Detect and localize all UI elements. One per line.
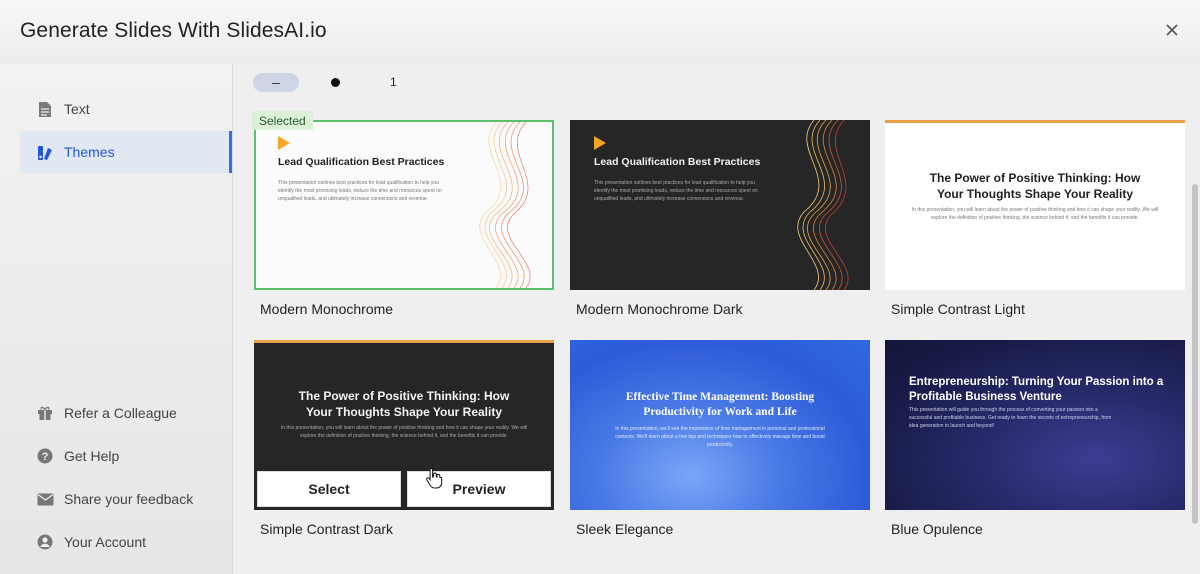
slide-title: Lead Qualification Best Practices: [594, 156, 761, 168]
account-icon: [36, 533, 54, 551]
theme-card-sleek-elegance[interactable]: Effective Time Management: Boosting Prod…: [570, 340, 870, 537]
play-logo-icon: [594, 136, 606, 150]
slide-title: The Power of Positive Thinking: How Your…: [929, 171, 1141, 201]
theme-name: Modern Monochrome Dark: [576, 301, 743, 317]
get-help-label: Get Help: [64, 448, 120, 464]
dialog-title: Generate Slides With SlidesAI.io: [20, 19, 327, 42]
theme-name: Modern Monochrome: [260, 301, 394, 317]
pagination-dot[interactable]: [331, 77, 340, 87]
sidebar-item-label: Text: [64, 101, 90, 117]
theme-name: Simple Contrast Dark: [260, 521, 394, 537]
slide-body: In this presentation, you will learn abo…: [280, 425, 528, 439]
svg-text:?: ?: [42, 451, 49, 463]
theme-card-simple-contrast-dark[interactable]: The Power of Positive Thinking: How Your…: [254, 340, 554, 537]
close-icon[interactable]: [1162, 20, 1182, 40]
get-help-link[interactable]: ? Get Help: [20, 441, 232, 471]
hand-cursor-icon: [426, 467, 443, 489]
gift-icon: [36, 404, 54, 422]
theme-name: Simple Contrast Light: [891, 301, 1025, 317]
slide-title: Effective Time Management: Boosting Prod…: [625, 391, 815, 418]
theme-card-modern-monochrome[interactable]: Lead Qualification Best Practices This p…: [254, 120, 554, 317]
sidebar-item-label: Themes: [64, 144, 115, 160]
theme-hover-actions: Select Preview: [257, 471, 551, 507]
mail-icon: [36, 490, 54, 508]
document-icon: [36, 100, 54, 118]
theme-card-blue-opulence[interactable]: Entrepreneurship: Turning Your Passion i…: [885, 340, 1185, 537]
slide-body: In this presentation, you will learn abo…: [911, 207, 1159, 221]
theme-thumbnail[interactable]: Entrepreneurship: Turning Your Passion i…: [885, 340, 1185, 510]
slide-title: Lead Qualification Best Practices: [278, 156, 445, 168]
refer-colleague-label: Refer a Colleague: [64, 405, 177, 421]
slide-title: The Power of Positive Thinking: How Your…: [298, 389, 510, 419]
scrollbar[interactable]: [1192, 184, 1198, 524]
pagination-page-number: 1: [390, 75, 397, 89]
play-logo-icon: [278, 136, 290, 150]
theme-thumbnail[interactable]: The Power of Positive Thinking: How Your…: [254, 340, 554, 510]
sidebar-item-text[interactable]: Text: [20, 88, 232, 130]
slide-body: In this presentation, we'll see the impo…: [615, 426, 825, 448]
slide-body: This presentation outlines best practice…: [278, 180, 442, 202]
theme-thumbnail[interactable]: Lead Qualification Best Practices This p…: [570, 120, 870, 290]
share-feedback-label: Share your feedback: [64, 491, 194, 507]
sidebar: Text Themes Refer a Colleague ? Get Help…: [0, 64, 232, 574]
wave-graphic: [479, 122, 531, 288]
sidebar-item-themes[interactable]: Themes: [20, 131, 232, 173]
theme-thumbnail[interactable]: Effective Time Management: Boosting Prod…: [570, 340, 870, 510]
pagination-collapse-button[interactable]: –: [253, 72, 299, 92]
wave-graphic: [797, 120, 849, 290]
select-theme-button[interactable]: Select: [257, 471, 401, 507]
slide-body: This presentation outlines best practice…: [594, 180, 758, 202]
your-account-link[interactable]: Your Account: [20, 527, 232, 557]
palette-icon: [36, 143, 54, 161]
theme-name: Blue Opulence: [891, 521, 983, 537]
theme-name: Sleek Elegance: [576, 521, 674, 537]
slide-title: Entrepreneurship: Turning Your Passion i…: [909, 376, 1164, 403]
theme-thumbnail[interactable]: The Power of Positive Thinking: How Your…: [885, 120, 1185, 290]
slide-body: This presentation will guide you through…: [909, 407, 1112, 429]
theme-thumbnail[interactable]: Lead Qualification Best Practices This p…: [254, 120, 554, 290]
theme-card-simple-contrast-light[interactable]: The Power of Positive Thinking: How Your…: [885, 120, 1185, 317]
share-feedback-link[interactable]: Share your feedback: [20, 484, 232, 514]
themes-panel: – 1 Selected Lead Qualification Best Pra…: [232, 64, 1200, 574]
pagination: – 1: [253, 72, 397, 92]
dialog-header: Generate Slides With SlidesAI.io: [0, 0, 1200, 64]
theme-card-modern-monochrome-dark[interactable]: Lead Qualification Best Practices This p…: [570, 120, 870, 317]
selected-badge: Selected: [252, 111, 313, 130]
refer-colleague-link[interactable]: Refer a Colleague: [20, 398, 232, 428]
your-account-label: Your Account: [64, 534, 146, 550]
help-icon: ?: [36, 447, 54, 465]
